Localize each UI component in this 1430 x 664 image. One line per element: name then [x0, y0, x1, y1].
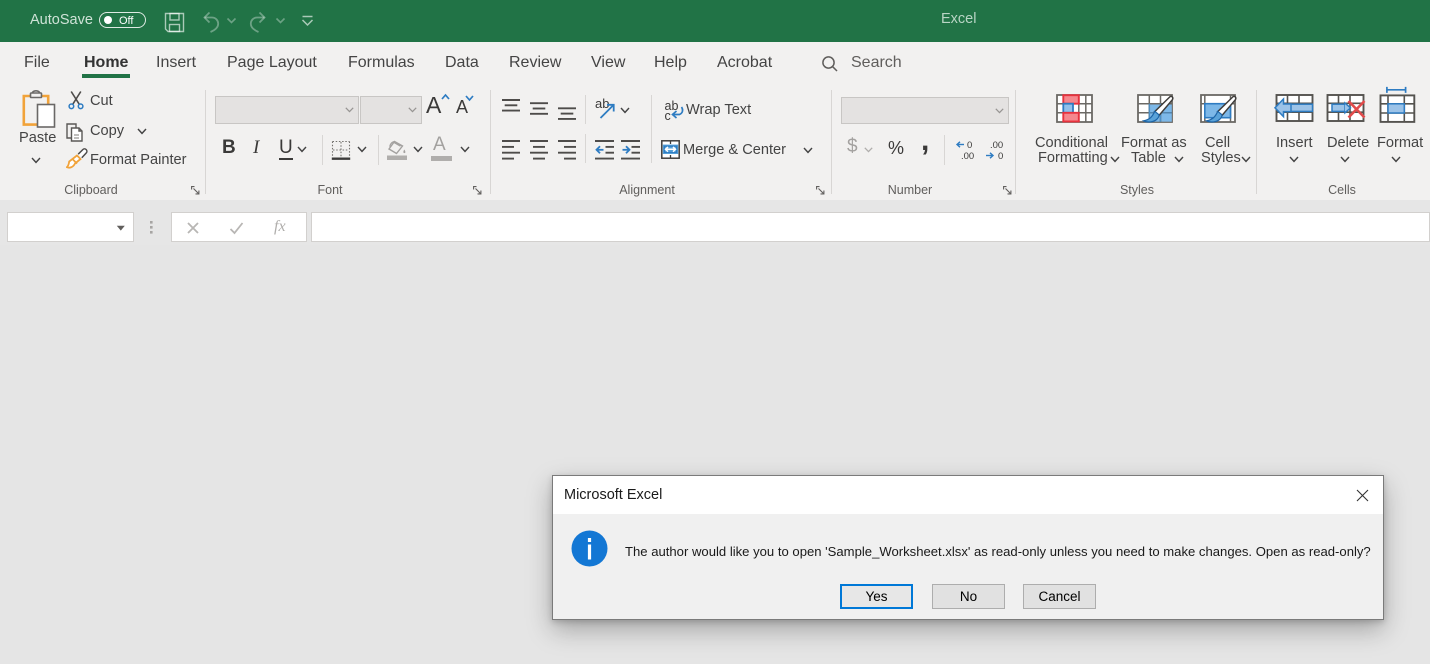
svg-text:.00: .00 — [990, 140, 1003, 151]
svg-text:0: 0 — [967, 140, 972, 151]
svg-text:.00: .00 — [961, 151, 974, 160]
svg-text:0: 0 — [998, 151, 1003, 160]
svg-text:c: c — [665, 109, 671, 122]
